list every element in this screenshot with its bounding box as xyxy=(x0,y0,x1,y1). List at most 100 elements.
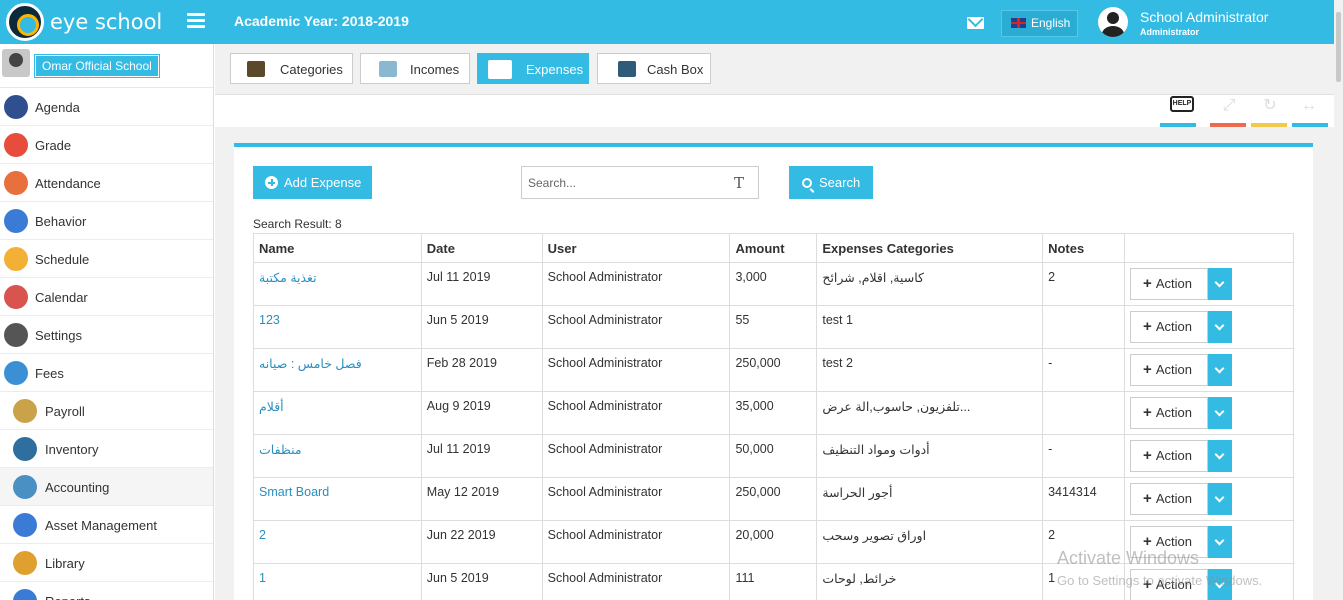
action-button[interactable]: + Action xyxy=(1130,397,1209,429)
notes-cell: 2 xyxy=(1042,262,1126,306)
name-cell[interactable]: أقلام xyxy=(253,391,422,435)
user-avatar[interactable] xyxy=(1098,7,1128,37)
sidebar-item-library[interactable]: Library xyxy=(0,544,213,582)
date-cell: May 12 2019 xyxy=(420,477,543,521)
school-name-badge[interactable]: Omar Official School xyxy=(34,54,160,78)
mail-icon[interactable] xyxy=(967,17,984,29)
column-header-date[interactable]: Date xyxy=(420,233,543,263)
user-cell: School Administrator xyxy=(541,477,731,521)
action-dropdown-toggle[interactable] xyxy=(1208,397,1233,429)
column-header-name[interactable]: Name xyxy=(253,233,422,263)
sidebar-item-label: Settings xyxy=(35,328,82,343)
language-selector[interactable]: English xyxy=(1001,10,1078,37)
reports-icon xyxy=(13,589,37,600)
user-cell: School Administrator xyxy=(541,563,731,600)
sidebar-item-attendance[interactable]: Attendance xyxy=(0,164,213,202)
search-button[interactable]: Search xyxy=(789,166,873,199)
name-cell[interactable]: فصل خامس : صيانه xyxy=(253,348,422,392)
action-label: Action xyxy=(1155,491,1192,506)
hamburger-menu-icon[interactable] xyxy=(187,13,205,29)
plus-circle-icon xyxy=(265,176,278,189)
column-header-amount[interactable]: Amount xyxy=(729,233,818,263)
amount-cell: 111 xyxy=(729,563,818,600)
name-cell[interactable]: منظفات xyxy=(253,434,422,478)
sidebar-item-schedule[interactable]: Schedule xyxy=(0,240,213,278)
action-button[interactable]: + Action xyxy=(1130,354,1209,386)
action-button-group: + Action xyxy=(1130,311,1233,343)
sidebar: Omar Official School Agenda Grade Attendan… xyxy=(0,44,214,600)
sidebar-item-settings[interactable]: Settings xyxy=(0,316,213,354)
column-header-user[interactable]: User xyxy=(541,233,731,263)
name-cell[interactable]: 2 xyxy=(253,520,422,564)
action-label: Action xyxy=(1155,362,1192,377)
name-cell[interactable]: Smart Board xyxy=(253,477,422,521)
sidebar-item-behavior[interactable]: Behavior xyxy=(0,202,213,240)
action-cell: + Action xyxy=(1124,391,1294,435)
top-bar: eye school Academic Year: 2018-2019 Engl… xyxy=(0,0,1334,44)
name-cell[interactable]: 123 xyxy=(253,305,422,349)
sidebar-item-fees[interactable]: Fees xyxy=(0,354,213,392)
sidebar-item-agenda[interactable]: Agenda xyxy=(0,88,213,126)
agenda-icon xyxy=(4,95,28,119)
name-cell[interactable]: 1 xyxy=(253,563,422,600)
sidebar-item-accounting[interactable]: Accounting xyxy=(0,468,213,506)
action-button-group: + Action xyxy=(1130,440,1233,472)
search-input[interactable] xyxy=(521,166,759,199)
table-row: منظفات Jul 11 2019 School Administrator 50,… xyxy=(253,434,1294,478)
uk-flag-icon xyxy=(1011,18,1026,28)
action-button[interactable]: + Action xyxy=(1130,440,1209,472)
grade-icon xyxy=(4,133,28,157)
action-dropdown-toggle[interactable] xyxy=(1208,483,1233,515)
tab-incomes[interactable]: Incomes xyxy=(360,53,470,84)
sidebar-item-grade[interactable]: Grade xyxy=(0,126,213,164)
inventory-icon xyxy=(13,437,37,461)
user-cell: School Administrator xyxy=(541,348,731,392)
action-button[interactable]: + Action xyxy=(1130,483,1209,515)
action-dropdown-toggle[interactable] xyxy=(1208,440,1233,472)
sidebar-item-reports[interactable]: Reports xyxy=(0,582,213,600)
add-expense-button[interactable]: Add Expense xyxy=(253,166,372,199)
tab-categories[interactable]: Categories xyxy=(230,53,353,84)
sidebar-item-calendar[interactable]: Calendar xyxy=(0,278,213,316)
action-dropdown-toggle[interactable] xyxy=(1208,311,1233,343)
plus-icon: + xyxy=(1143,404,1152,421)
sidebar-item-label: Asset Management xyxy=(45,518,158,533)
name-cell[interactable]: تغذية مكتبة xyxy=(253,262,422,306)
payroll-icon xyxy=(13,399,37,423)
help-icon[interactable]: HELP xyxy=(1170,96,1194,112)
tab-cash-box[interactable]: Cash Box xyxy=(597,53,711,84)
refresh-icon[interactable]: ↻ xyxy=(1261,98,1279,114)
action-dropdown-toggle[interactable] xyxy=(1208,268,1233,300)
date-cell: Jul 11 2019 xyxy=(420,262,543,306)
tab-expenses[interactable]: Expenses xyxy=(477,53,589,84)
sidebar-item-label: Reports xyxy=(45,594,91,600)
amount-cell: 20,000 xyxy=(729,520,818,564)
brand-name: eye school xyxy=(50,10,163,34)
column-header-notes[interactable]: Notes xyxy=(1042,233,1126,263)
notes-cell: - xyxy=(1042,348,1126,392)
fullscreen-icon[interactable]: ⤢ xyxy=(1220,98,1238,114)
user-name[interactable]: School Administrator xyxy=(1140,9,1268,25)
category-cell: تلفزيون, حاسوب,الة عرض... xyxy=(816,391,1044,435)
action-button-group: + Action xyxy=(1130,483,1233,515)
eye-school-logo-icon[interactable] xyxy=(6,3,44,41)
action-dropdown-toggle[interactable] xyxy=(1208,354,1233,386)
expand-horizontal-icon[interactable]: ↔ xyxy=(1300,98,1318,114)
page-scrollbar[interactable] xyxy=(1334,0,1343,600)
amount-cell: 35,000 xyxy=(729,391,818,435)
column-header-category[interactable]: Expenses Categories xyxy=(816,233,1044,263)
action-button[interactable]: + Action xyxy=(1130,268,1209,300)
category-cell: كاسية, اقلام, شرائح xyxy=(816,262,1044,306)
text-format-icon: T xyxy=(734,174,745,192)
search-result-count: Search Result: 8 xyxy=(253,217,342,231)
tab-label: Expenses xyxy=(526,62,584,77)
action-dropdown-toggle[interactable] xyxy=(1208,526,1233,558)
column-header-action xyxy=(1124,233,1294,263)
category-cell: أدوات ومواد التنظيف xyxy=(816,434,1044,478)
action-button[interactable]: + Action xyxy=(1130,311,1209,343)
sidebar-item-inventory[interactable]: Inventory xyxy=(0,430,213,468)
sidebar-item-asset-management[interactable]: Asset Management xyxy=(0,506,213,544)
sidebar-item-payroll[interactable]: Payroll xyxy=(0,392,213,430)
search-label: Search xyxy=(819,175,861,190)
action-button-group: + Action xyxy=(1130,354,1233,386)
